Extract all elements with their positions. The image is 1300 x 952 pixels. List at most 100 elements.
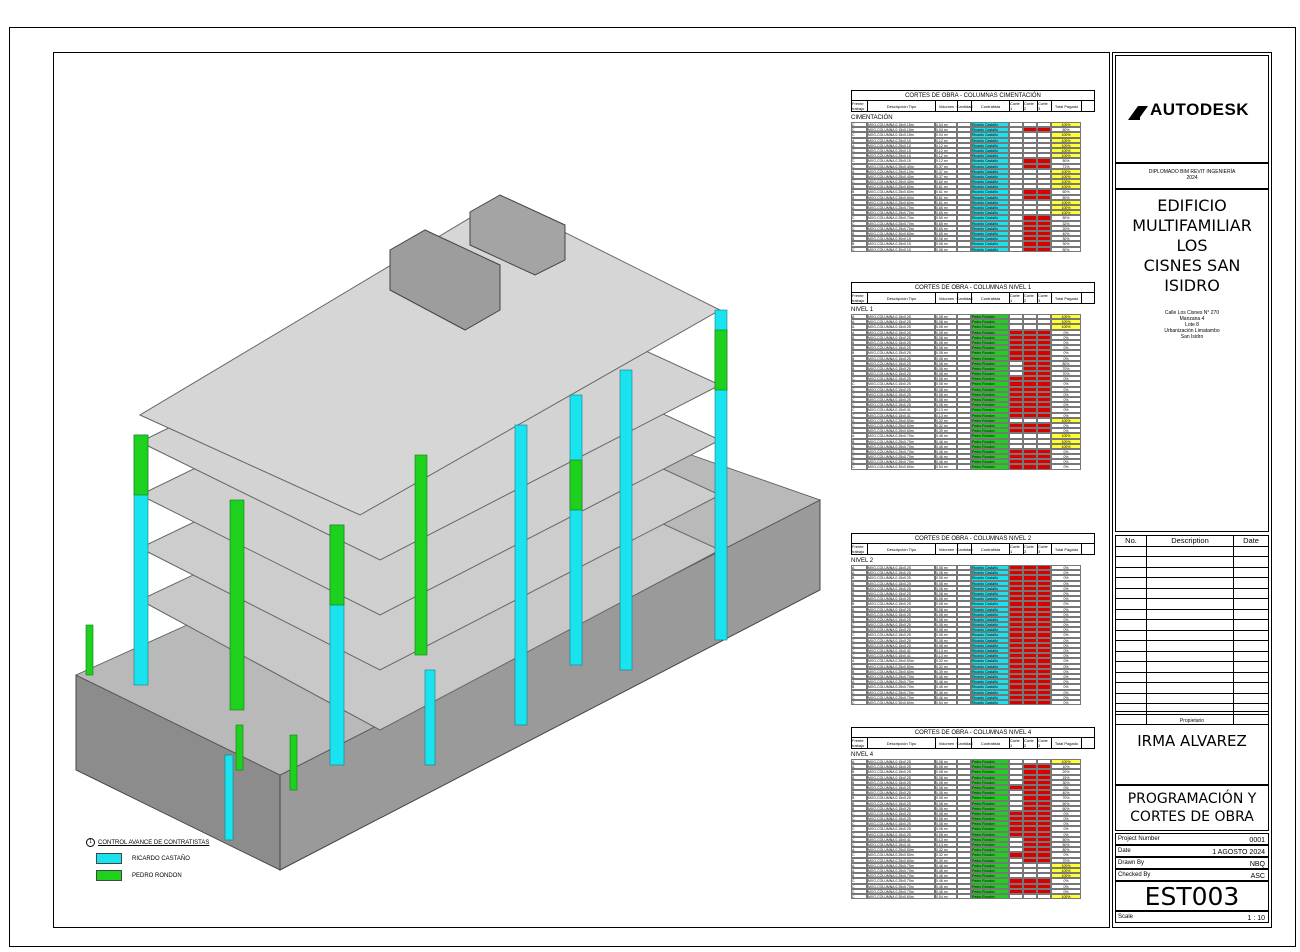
cell-volumen: 0.54 m³ [935, 699, 957, 706]
table-row[interactable]: C MXG-COLUMNA 0.30x0.15 0.06 m³ Ricardo Cas… [851, 246, 1095, 252]
title-block: AUTODESK DIPLOMADO BIM REVIT INGENIERÍA … [1112, 52, 1272, 928]
revision-row [1115, 640, 1269, 652]
schedule-1[interactable]: CORTES DE OBRA - COLUMNAS NIVEL 1 Frente … [851, 282, 1095, 470]
revision-cell [1146, 692, 1234, 704]
schedule-header-cell: Volumen [936, 101, 958, 111]
schedule-header-cell: Total Pagado [1052, 101, 1082, 111]
cell-descripcion: MXG-COLUMNA 0.30x0.60m [867, 464, 935, 470]
table-row[interactable]: C MXG-COLUMNA 0.30x0.60m 0.54 m³ Pedro Rond… [851, 893, 1095, 900]
checked-by-value: ASC [1250, 873, 1265, 880]
revision-row [1115, 608, 1269, 620]
revision-cell [1233, 545, 1269, 557]
table-row[interactable]: C MXG-COLUMNA 0.30x0.60m 0.54 m³ Ricardo Ca… [851, 699, 1095, 706]
revision-row [1115, 598, 1269, 610]
revision-cell [1146, 640, 1234, 652]
cell-corte [1009, 246, 1023, 252]
sheet-title-cell: PROGRAMACIÓN Y CORTES DE OBRA [1115, 785, 1269, 831]
revision-row [1115, 577, 1269, 589]
cell-cantidad [957, 464, 971, 470]
schedule-header-cell: Total Pagado [1052, 544, 1082, 554]
schedule-header-cell: Corte 3 [1038, 544, 1052, 554]
sheet-number-cell: EST003 [1115, 881, 1269, 911]
revision-cell [1146, 608, 1234, 620]
schedule-header-cell: Corte 1 [1010, 101, 1024, 111]
owner-cell: Propietario IRMA ALVAREZ [1115, 711, 1269, 785]
cell-corte [1037, 246, 1051, 252]
cell-total-pagado: 0% [1051, 699, 1081, 706]
schedule-2[interactable]: CORTES DE OBRA - COLUMNAS NIVEL 2 Frente … [851, 533, 1095, 706]
revision-cell [1146, 545, 1234, 557]
schedule-header-row: Frente trabajo Descripción Tipo Volumen Can… [851, 738, 1095, 749]
schedule-header-cell: Contratista [972, 293, 1010, 303]
course-line-2: 2024 [1186, 175, 1198, 181]
project-number-row: Project Number 0001 [1115, 833, 1269, 845]
revision-cell [1233, 619, 1269, 631]
sheet-number: EST003 [1144, 882, 1240, 911]
course-cell: DIPLOMADO BIM REVIT INGENIERÍA 2024 [1115, 163, 1269, 189]
rev-col-date: Date [1233, 535, 1269, 547]
cell-corte [1009, 464, 1023, 470]
owner-name: IRMA ALVAREZ [1137, 732, 1247, 750]
cell-cantidad [957, 699, 971, 706]
brand-name: AUTODESK [1150, 100, 1250, 119]
revision-cell [1233, 640, 1269, 652]
revision-row [1115, 671, 1269, 683]
revision-cell [1233, 587, 1269, 599]
building-3d-model[interactable] [60, 170, 840, 880]
revision-row [1115, 629, 1269, 641]
schedule-header-cell: Volumen [936, 738, 958, 748]
schedule-0[interactable]: CORTES DE OBRA - COLUMNAS CIMENTACIÓN Fre… [851, 90, 1095, 252]
table-row[interactable]: C MXG-COLUMNA 0.30x0.60m 0.54 m³ Pedro Rond… [851, 464, 1095, 470]
legend-title: CONTROL AVANCE DE CONTRATISTAS [98, 839, 210, 846]
revision-cell [1115, 619, 1147, 631]
cell-descripcion: MXG-COLUMNA 0.30x0.60m [867, 699, 935, 706]
revision-cell [1146, 661, 1234, 673]
owner-label: Propietario [1179, 718, 1205, 724]
revision-row [1115, 587, 1269, 599]
cell-corte [1023, 893, 1037, 900]
revision-cell [1146, 629, 1234, 641]
cell-frente: C [851, 893, 867, 900]
schedule-3[interactable]: CORTES DE OBRA - COLUMNAS NIVEL 4 Frente … [851, 727, 1095, 900]
project-number-label: Project Number [1118, 836, 1160, 842]
cell-frente: C [851, 699, 867, 706]
revision-cell [1233, 629, 1269, 641]
schedule-header-cell: Cantidad [957, 738, 973, 748]
address-line-5: San Isidro [1180, 334, 1204, 340]
revision-cell [1233, 671, 1269, 683]
cell-volumen: 0.54 m³ [935, 893, 957, 900]
schedule-header-cell: Cantidad [957, 544, 973, 554]
schedule-header-cell: Descripción Tipo [868, 544, 936, 554]
schedule-level-label: NIVEL 1 [851, 307, 874, 313]
schedule-header-cell: Corte 2 [1024, 101, 1038, 111]
revision-cell [1146, 556, 1234, 568]
revision-row [1115, 650, 1269, 662]
checked-by-label: Checked By [1118, 872, 1151, 878]
project-title-1: EDIFICIO [1157, 196, 1227, 215]
revision-row [1115, 692, 1269, 704]
project-number-value: 0001 [1249, 837, 1265, 844]
schedule-level-label: CIMENTACIÓN [851, 115, 893, 121]
revision-cell [1233, 608, 1269, 620]
schedule-header-cell: Corte 2 [1024, 293, 1038, 303]
revision-cell [1115, 682, 1147, 694]
schedule-title: CORTES DE OBRA - COLUMNAS NIVEL 4 [851, 727, 1095, 738]
revision-cell [1146, 566, 1234, 578]
revision-cell [1233, 650, 1269, 662]
cell-corte [1023, 246, 1037, 252]
drawn-by-value: NBQ [1249, 861, 1265, 868]
revision-cell [1115, 650, 1147, 662]
cell-total-pagado: 0% [1051, 464, 1081, 470]
legend-swatch-cyan [96, 853, 122, 864]
schedule-header-cell: Corte 3 [1038, 101, 1052, 111]
cell-frente: C [851, 464, 867, 470]
schedule-header-cell: Cantidad [957, 101, 973, 111]
schedule-header-cell: Volumen [936, 293, 958, 303]
schedule-header-row: Frente trabajo Descripción Tipo Volumen Can… [851, 293, 1095, 304]
schedule-header-cell: Corte 2 [1024, 544, 1038, 554]
schedule-header-cell: Descripción Tipo [868, 101, 936, 111]
rev-col-no: No. [1115, 535, 1147, 547]
cell-corte [1037, 893, 1051, 900]
revision-cell [1146, 650, 1234, 662]
schedule-header-cell: Corte 2 [1024, 738, 1038, 748]
